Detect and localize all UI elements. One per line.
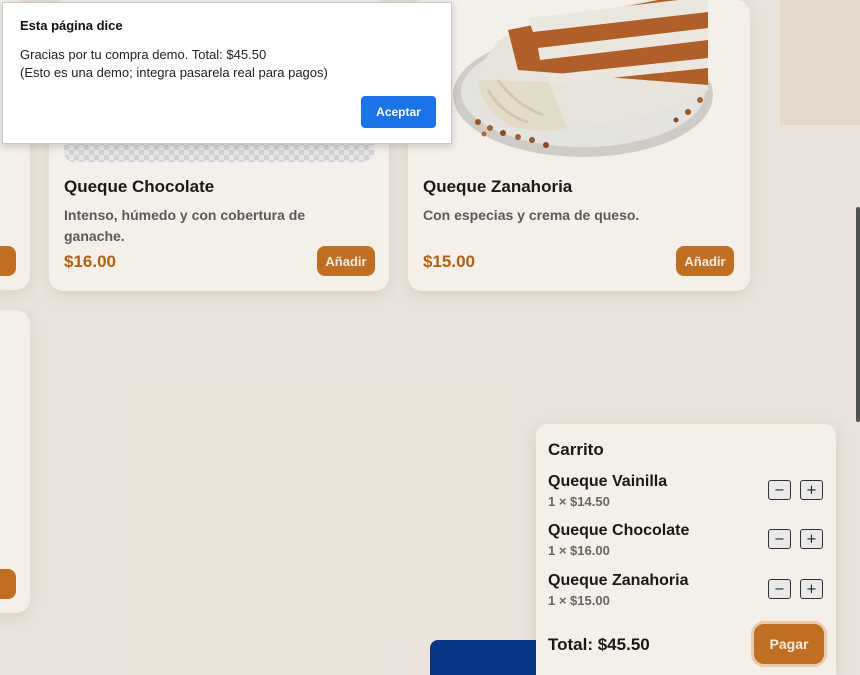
dialog-message-line2: (Esto es una demo; integra pasarela real…: [20, 65, 328, 80]
accept-button[interactable]: Aceptar: [361, 96, 436, 128]
dialog-title: Esta página dice: [20, 18, 123, 33]
dialog-message-line1: Gracias por tu compra demo. Total: $45.5…: [20, 47, 267, 62]
alert-dialog: Esta página dice Gracias por tu compra d…: [2, 2, 452, 144]
